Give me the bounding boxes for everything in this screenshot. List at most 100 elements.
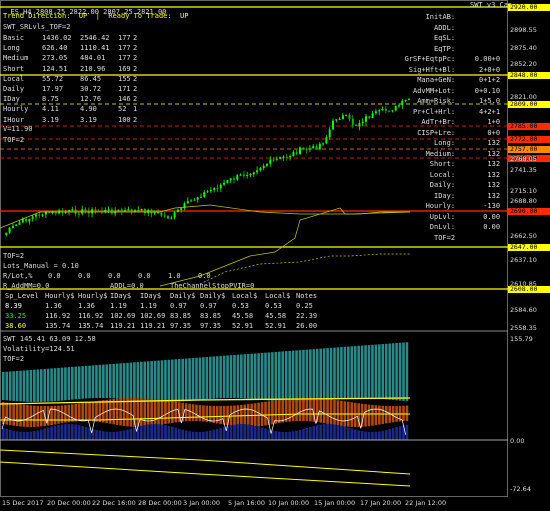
candle-body (150, 209, 153, 214)
hist-bar-teal (215, 356, 219, 399)
info-key: Hourly: (425, 202, 456, 210)
candle-body (322, 143, 325, 145)
level-stat-cell: 171 (118, 85, 131, 93)
hist-bar-teal (19, 370, 22, 402)
level-stat-cell: 146 (118, 95, 131, 104)
hist-bar-teal (374, 344, 378, 399)
hist-bar-teal (295, 350, 298, 402)
hist-bar-blue (295, 430, 298, 440)
price-tick: 2875.40 (510, 44, 537, 52)
r-lot-value: 0.0 (108, 272, 121, 280)
hist-bar-orange (15, 403, 19, 427)
level-stat-cell: 3.19 (80, 115, 97, 124)
level-stat-cell: 1 (133, 105, 138, 114)
hist-bar-blue (378, 431, 381, 440)
time-label: 3 Jan 00:00 (183, 499, 221, 507)
hist-bar-blue (160, 424, 164, 440)
hist-bar-orange (274, 400, 278, 424)
hist-bar-orange (91, 401, 95, 422)
hist-bar-teal (312, 349, 316, 402)
hist-bar-blue (102, 431, 105, 440)
hist-bar-blue (129, 428, 133, 440)
candle-body (348, 114, 351, 119)
candle-body (15, 224, 18, 227)
info-value: 0.00 (483, 223, 501, 231)
hist-bar-teal (267, 352, 271, 401)
candle-body (328, 129, 331, 138)
hist-bar-orange (33, 405, 36, 427)
level-stat-cell: 2 (133, 64, 138, 73)
hist-bar-teal (343, 346, 347, 399)
hist-bar-teal (46, 368, 50, 402)
candle-body (104, 209, 107, 212)
hist-bar-blue (212, 429, 216, 440)
hist-bar-blue (119, 431, 122, 440)
hist-bar-teal (164, 360, 167, 402)
hist-bar-teal (60, 367, 64, 401)
hist-bar-blue (198, 431, 202, 440)
candle-body (381, 108, 384, 111)
hist-bar-blue (391, 428, 395, 440)
table-cell: 0.97 (200, 302, 217, 310)
hist-bar-teal (209, 356, 212, 399)
hist-bar-orange (340, 400, 343, 427)
r-lots-row: R/Lot,% (3, 272, 33, 280)
hist-bar-blue (84, 426, 88, 440)
hist-bar-teal (188, 358, 191, 401)
level-stat-cell: 484.01 (80, 54, 106, 63)
hist-bar-blue (8, 429, 12, 440)
hist-bar-blue (257, 426, 260, 440)
info-value: 132 (487, 170, 501, 179)
table-cell: 97.35 (200, 322, 222, 330)
info-key: DnLvl: (429, 223, 456, 231)
hist-bar-teal (177, 359, 181, 402)
candle-body (200, 196, 202, 198)
hist-bar-orange (88, 402, 91, 422)
hist-bar-blue (67, 424, 71, 440)
candle-body (5, 232, 8, 235)
hist-bar-teal (153, 360, 157, 402)
hist-bar-teal (105, 364, 109, 399)
time-label: 20 Dec 00:00 (47, 499, 91, 507)
candle-body (407, 98, 410, 100)
info-key: Medium: (425, 149, 456, 158)
hist-bar-teal (12, 371, 15, 401)
candle-body (401, 100, 404, 106)
price-level-tag: 2920.00 (508, 4, 550, 11)
hist-bar-teal (140, 361, 143, 401)
hist-bar-blue (43, 428, 46, 440)
hist-bar-teal (64, 367, 67, 401)
candle-body (266, 163, 268, 166)
hist-bar-orange (257, 402, 260, 427)
candle-body (190, 200, 193, 202)
hist-bar-teal (136, 362, 140, 401)
hist-bar-teal (174, 359, 178, 402)
hist-bar-blue (278, 431, 281, 440)
hist-bar-blue (95, 429, 98, 440)
hist-bar-blue (202, 431, 205, 440)
price-level-tag: 2772.00 (508, 136, 550, 143)
hist-bar-teal (150, 361, 153, 402)
hist-bar-teal (371, 344, 374, 399)
candle-body (305, 148, 308, 150)
table-cell: 45.58 (265, 312, 287, 320)
table-cell: 116.92 (45, 312, 71, 320)
hist-bar-orange (22, 404, 26, 427)
hist-bar-teal (271, 352, 274, 401)
time-label: 17 Jan 20:00 (360, 499, 402, 507)
hist-bar-teal (264, 352, 267, 401)
hist-bar-blue (143, 425, 147, 440)
candle-body (117, 209, 120, 211)
hist-bar-blue (405, 424, 409, 440)
info-key: Short: (429, 160, 456, 168)
price-tick: 2715.10 (510, 187, 537, 195)
info-key: EqTP: (434, 44, 456, 53)
table-header: Local$ (232, 292, 258, 300)
candle-body (209, 189, 212, 192)
info-value: 4+2+1 (479, 107, 501, 116)
hist-bar-blue (184, 430, 188, 440)
hist-bar-orange (157, 399, 160, 426)
hist-bar-blue (53, 425, 57, 440)
level-stat-cell: 2 (133, 74, 138, 83)
hist-bar-blue (29, 431, 33, 440)
